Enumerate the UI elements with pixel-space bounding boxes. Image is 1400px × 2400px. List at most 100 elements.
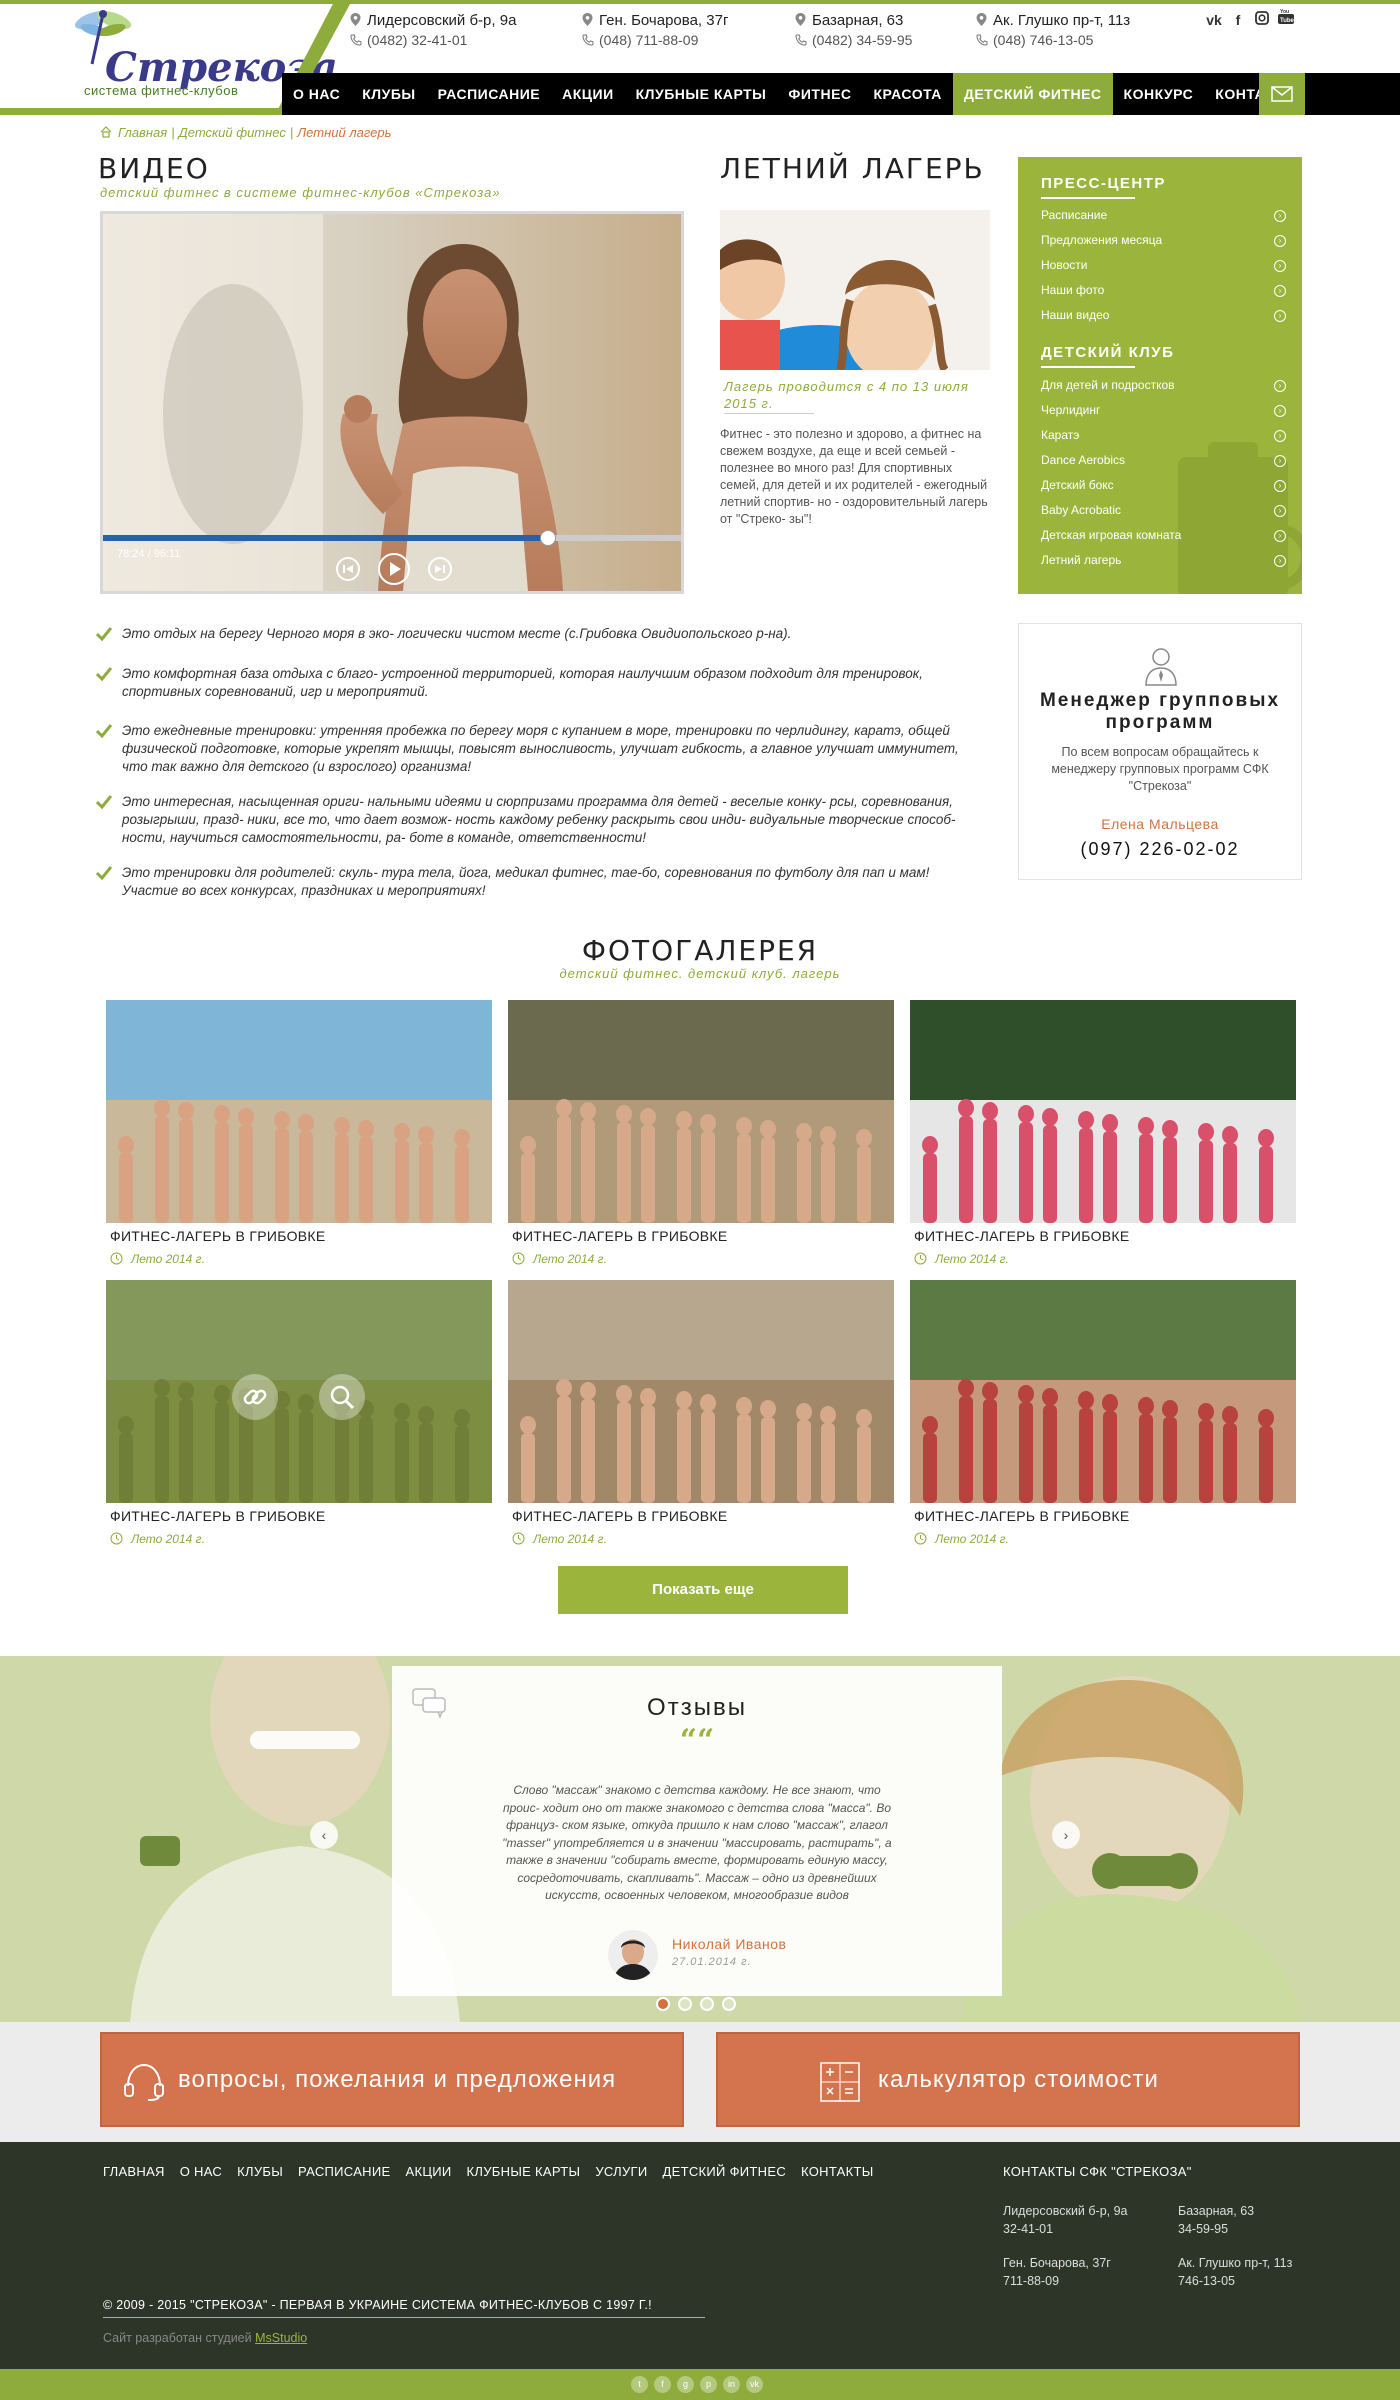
gallery-subtitle: детский фитнес. детский клуб. лагерь [559,966,841,981]
gallery-item[interactable]: Фитнес-лагерь в Грибовке Лето 2014 г. [508,1280,894,1555]
header-green-stripe [0,108,290,115]
facebook-icon[interactable]: f [1229,11,1247,29]
manager-title: Менеджер групповых программ [1039,690,1281,733]
chevron-right-icon: › [1274,430,1286,442]
chevron-right-icon: › [1274,380,1286,392]
sidebar-item[interactable]: Летний лагерь › [1041,548,1286,573]
vk-icon[interactable]: vk [1205,11,1223,29]
address-phone[interactable]: (0482) 34-59-95 [795,32,912,48]
prev-button[interactable] [336,557,360,581]
developer-link[interactable]: MsStudio [255,2331,307,2345]
address-phone[interactable]: (048) 746-13-05 [976,32,1130,48]
nav-item[interactable]: Конкурс [1113,73,1205,115]
gallery-photo [106,1000,492,1223]
pagination-dot[interactable] [700,1997,714,2011]
link-button[interactable] [232,1374,278,1420]
footer-nav-item[interactable]: Клубы [237,2164,283,2179]
clock-icon [110,1252,123,1265]
chevron-right-icon: › [1274,455,1286,467]
chevron-right-icon: › [1274,555,1286,567]
footer-nav-item[interactable]: Акции [405,2164,451,2179]
youtube-icon[interactable]: You Tube [1277,9,1295,27]
nav-item[interactable]: Клубы [351,73,426,115]
manager-phone[interactable]: (097) 226-02-02 [1019,839,1301,860]
instagram-icon[interactable] [1253,11,1271,29]
sidebar-item[interactable]: Черлидинг › [1041,398,1286,423]
gallery-date: Лето 2014 г. [110,1252,205,1266]
video-player[interactable]: 78:24 / 96:11 [100,211,684,594]
breadcrumb-home[interactable]: Главная [118,125,167,140]
video-progress-bar[interactable] [103,530,681,546]
sidebar-item[interactable]: Наши фото › [1041,278,1286,303]
gallery-item[interactable]: Фитнес-лагерь в Грибовке Лето 2014 г. [910,1000,1296,1275]
sidebar-item[interactable]: Наши видео › [1041,303,1286,328]
nav-item[interactable]: Акции [551,73,625,115]
address-phone[interactable]: (048) 711-88-09 [582,32,728,48]
nav-item[interactable]: Фитнес [777,73,862,115]
sidebar-item[interactable]: Детский бокс › [1041,473,1286,498]
sidebar-item[interactable]: Предложения месяца › [1041,228,1286,253]
camp-dates: Лагерь проводится с 4 по 13 июля 2015 г. [724,379,969,411]
pagination-dot[interactable] [656,1997,670,2011]
sidebar-item-label: Новости [1041,258,1088,272]
chevron-left-icon: ‹ [321,1827,327,1843]
footer-nav-item[interactable]: Расписание [298,2164,390,2179]
play-button[interactable] [378,553,410,585]
nav-item[interactable]: Красота [863,73,953,115]
camp-photo[interactable] [720,210,990,370]
calculator-button[interactable]: калькулятор стоимости [716,2032,1300,2127]
chevron-right-icon: › [1063,1827,1069,1843]
checkmark-icon [96,795,112,809]
footer-nav-item[interactable]: Контакты [801,2164,874,2179]
breadcrumb-parent[interactable]: Детский фитнес [179,125,286,140]
linkedin-icon[interactable]: in [723,2376,740,2393]
facebook-icon[interactable]: f [654,2376,671,2393]
sidebar-press-list: Расписание › Предложения месяца › Новости › На… [1041,203,1286,328]
pagination-dot[interactable] [722,1997,736,2011]
pagination-dot[interactable] [678,1997,692,2011]
footer-nav-item[interactable]: О нас [180,2164,222,2179]
gallery-item[interactable]: Фитнес-лагерь в Грибовке Лето 2014 г. [508,1000,894,1275]
nav-item[interactable]: Расписание [427,73,552,115]
nav-item[interactable]: Клубные карты [625,73,778,115]
footer-nav-item[interactable]: Услуги [595,2164,647,2179]
questions-button[interactable]: вопросы, пожелания и предложения [100,2032,684,2127]
feature-text: Это тренировки для родителей: скуль- тур… [122,865,930,898]
video-time: 78:24 / 96:11 [117,548,181,560]
sidebar: Пресс-центр Расписание › Предложения месяц… [1018,157,1302,594]
sidebar-item[interactable]: Расписание › [1041,203,1286,228]
next-button[interactable] [428,557,452,581]
gallery-date: Лето 2014 г. [110,1532,205,1546]
video-progress-handle[interactable] [540,530,557,546]
pinterest-icon[interactable]: p [700,2376,717,2393]
gallery-item[interactable]: Фитнес-лагерь в Грибовке Лето 2014 г. [106,1000,492,1275]
sidebar-item[interactable]: Каратэ › [1041,423,1286,448]
svg-text:You: You [1280,9,1289,15]
mail-button[interactable] [1259,73,1305,115]
nav-item[interactable]: О нас [282,73,351,115]
sidebar-item[interactable]: Для детей и подростков › [1041,373,1286,398]
reviews-prev-button[interactable]: ‹ [310,1821,338,1849]
twitter-icon[interactable]: t [631,2376,648,2393]
gallery-item[interactable]: Фитнес-лагерь в Грибовке Лето 2014 г. [910,1280,1296,1555]
reviews-next-button[interactable]: › [1052,1821,1080,1849]
zoom-button[interactable] [319,1374,365,1420]
google-plus-icon[interactable]: g [677,2376,694,2393]
gallery-item[interactable]: Фитнес-лагерь в Грибовке Лето 2014 г. [106,1280,492,1555]
phone-icon [976,34,988,46]
vk-icon[interactable]: vk [746,2376,763,2393]
footer-address: Лидерсовский б-р, 9а 32-41-01 [1003,2204,1128,2236]
reviews-section: ‹ › Отзывы ““ Слово "массаж" знакомо с д… [0,1656,1400,2022]
address-bazarnaya: Базарная, 63 (0482) 34-59-95 [795,12,912,48]
sidebar-item[interactable]: Baby Acrobatic › [1041,498,1286,523]
footer-nav-item[interactable]: Детский фитнес [663,2164,787,2179]
nav-item[interactable]: Детский фитнес [952,73,1113,115]
address-phone[interactable]: (0482) 32-41-01 [350,32,516,48]
show-more-button[interactable]: Показать еще [558,1566,848,1614]
envelope-icon [1271,86,1293,102]
footer-nav-item[interactable]: Главная [103,2164,165,2179]
sidebar-item[interactable]: Dance Aerobics › [1041,448,1286,473]
sidebar-item[interactable]: Новости › [1041,253,1286,278]
footer-nav-item[interactable]: Клубные карты [467,2164,581,2179]
sidebar-item[interactable]: Детская игровая комната › [1041,523,1286,548]
